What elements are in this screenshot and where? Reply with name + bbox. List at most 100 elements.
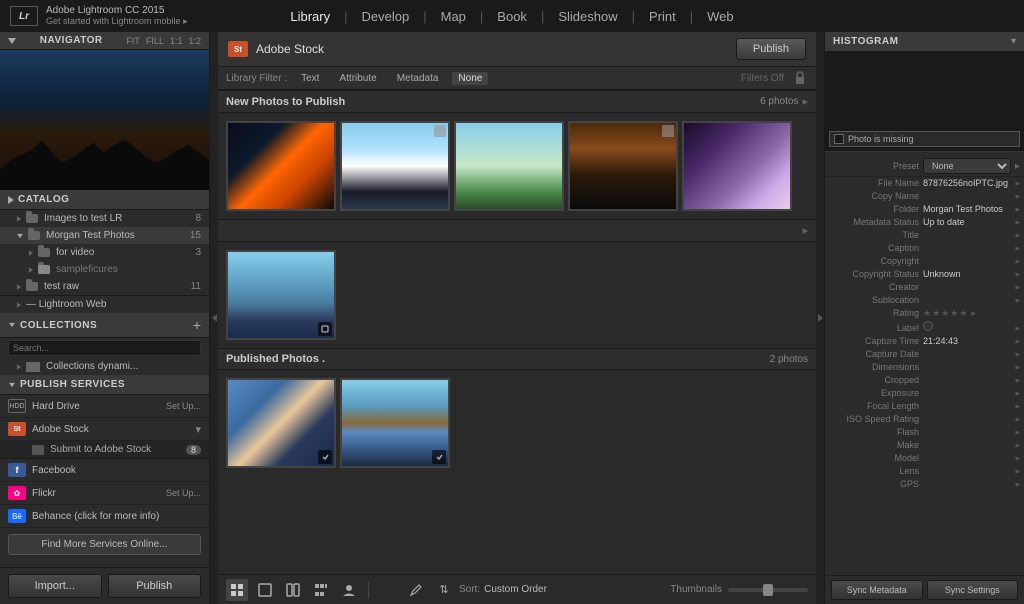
photo-windmills[interactable] — [454, 121, 564, 211]
service-flickr[interactable]: ✿ Flickr Set Up... — [0, 482, 209, 505]
iso-options[interactable]: ▸ — [1015, 414, 1020, 425]
nav-print[interactable]: Print — [637, 5, 688, 28]
star-2[interactable]: ★ — [932, 308, 940, 319]
service-behance[interactable]: Bē Behance (click for more info) — [0, 505, 209, 528]
collections-header[interactable]: Collections + — [0, 313, 209, 338]
service-adobe-stock[interactable]: St Adobe Stock ▾ — [0, 418, 209, 441]
navigator-header[interactable]: Navigator FIT FILL 1:1 1:2 — [0, 32, 209, 50]
photo-skier[interactable] — [340, 121, 450, 211]
copyname-options[interactable]: ▸ — [1015, 191, 1020, 202]
catalog-item-video[interactable]: for video 3 — [0, 244, 209, 261]
catalog-item-testraw[interactable]: test raw 11 — [0, 278, 209, 295]
missing-checkbox[interactable] — [834, 134, 844, 144]
hard-drive-setup[interactable]: Set Up... — [166, 401, 201, 411]
collections-search-input[interactable] — [8, 340, 201, 356]
loupe-view-btn[interactable] — [254, 579, 276, 601]
left-panel-handle[interactable] — [210, 32, 218, 604]
histogram-toggle[interactable]: ▾ — [1011, 36, 1016, 47]
dimensions-options[interactable]: ▸ — [1015, 362, 1020, 373]
compare-view-btn[interactable] — [282, 579, 304, 601]
preset-select[interactable]: None — [923, 158, 1011, 174]
collections-add-btn[interactable]: + — [193, 317, 201, 333]
nav-book[interactable]: Book — [485, 5, 539, 28]
sort-order-btn[interactable]: ⇅ — [433, 579, 455, 601]
caption-options[interactable]: ▸ — [1015, 243, 1020, 254]
photo-pumpkin[interactable] — [226, 121, 336, 211]
star-3[interactable]: ★ — [941, 308, 949, 319]
nav-fit-btn[interactable]: FIT — [126, 36, 140, 46]
find-more-services-btn[interactable]: Find More Services Online... — [8, 534, 201, 555]
star-1[interactable]: ★ — [923, 308, 931, 319]
histogram-header[interactable]: Histogram ▾ — [825, 32, 1024, 52]
service-submit-stock[interactable]: Submit to Adobe Stock 8 — [0, 441, 209, 459]
star-4[interactable]: ★ — [950, 308, 958, 319]
service-facebook[interactable]: f Facebook — [0, 459, 209, 482]
capture-time-options[interactable]: ▸ — [1015, 336, 1020, 347]
thumbnail-slider[interactable] — [728, 588, 808, 592]
people-view-btn[interactable] — [338, 579, 360, 601]
import-button[interactable]: Import... — [8, 574, 102, 598]
rating-options[interactable]: ▸ — [971, 308, 976, 319]
nav-map[interactable]: Map — [429, 5, 478, 28]
exposure-options[interactable]: ▸ — [1015, 388, 1020, 399]
grid-view-btn[interactable] — [226, 579, 248, 601]
model-options[interactable]: ▸ — [1015, 453, 1020, 464]
catalog-header[interactable]: Catalog — [0, 190, 209, 210]
sublocation-options[interactable]: ▸ — [1015, 295, 1020, 306]
folder-options[interactable]: ▸ — [1015, 204, 1020, 215]
label-options[interactable]: ▸ — [1015, 323, 1020, 334]
photo-team[interactable] — [226, 250, 336, 340]
nav-web[interactable]: Web — [695, 5, 746, 28]
filter-text-btn[interactable]: Text — [295, 72, 325, 85]
nav-library[interactable]: Library — [278, 5, 342, 28]
thumbnail-slider-handle[interactable] — [763, 584, 773, 596]
filter-none-btn[interactable]: None — [452, 72, 488, 85]
sort-value[interactable]: Custom Order — [484, 584, 547, 595]
cropped-options[interactable]: ▸ — [1015, 375, 1020, 386]
filter-attribute-btn[interactable]: Attribute — [333, 72, 382, 85]
preset-options-btn[interactable]: ▸ — [1015, 161, 1020, 172]
publish-button[interactable]: Publish — [108, 574, 202, 598]
photo-woman[interactable] — [226, 378, 336, 468]
creator-options[interactable]: ▸ — [1015, 282, 1020, 293]
filename-options[interactable]: ▸ — [1015, 178, 1020, 189]
center-scroll-area[interactable]: New Photos to Publish 6 photos ▸ — [218, 90, 816, 574]
spray-btn[interactable] — [377, 579, 399, 601]
photo-bubble[interactable] — [682, 121, 792, 211]
rating-stars[interactable]: ★ ★ ★ ★ ★ — [923, 308, 967, 319]
right-panel-handle[interactable] — [816, 32, 824, 604]
sync-metadata-btn[interactable]: Sync Metadata — [831, 580, 923, 600]
filter-lock-btn[interactable] — [792, 70, 808, 86]
photo-silhouettes[interactable] — [568, 121, 678, 211]
capture-date-options[interactable]: ▸ — [1015, 349, 1020, 360]
edit-btn[interactable] — [405, 579, 427, 601]
survey-view-btn[interactable] — [310, 579, 332, 601]
photo-mountain-lake[interactable] — [340, 378, 450, 468]
make-options[interactable]: ▸ — [1015, 440, 1020, 451]
focal-length-options[interactable]: ▸ — [1015, 401, 1020, 412]
service-hard-drive[interactable]: HDD Hard Drive Set Up... — [0, 395, 209, 418]
star-5[interactable]: ★ — [959, 308, 967, 319]
metadata-status-options[interactable]: ▸ — [1015, 217, 1020, 228]
catalog-item-sample[interactable]: sampleficures — [0, 261, 209, 278]
flickr-setup[interactable]: Set Up... — [166, 488, 201, 498]
lightroom-web-item[interactable]: — Lightroom Web — [0, 295, 209, 313]
collections-item-dynamic[interactable]: Collections dynami... — [0, 358, 209, 375]
gps-options[interactable]: ▸ — [1015, 479, 1020, 490]
nav-fill-btn[interactable]: FILL — [146, 36, 164, 46]
sync-settings-btn[interactable]: Sync Settings — [927, 580, 1019, 600]
nav-slideshow[interactable]: Slideshow — [546, 5, 629, 28]
title-options[interactable]: ▸ — [1015, 230, 1020, 241]
lens-options[interactable]: ▸ — [1015, 466, 1020, 477]
label-color-dot[interactable] — [923, 321, 933, 331]
nav-1-1-btn[interactable]: 1:1 — [170, 36, 183, 46]
catalog-item-images[interactable]: Images to test LR 8 — [0, 210, 209, 227]
flash-options[interactable]: ▸ — [1015, 427, 1020, 438]
filter-metadata-btn[interactable]: Metadata — [391, 72, 445, 85]
publish-services-header[interactable]: Publish Services — [0, 375, 209, 395]
publish-top-button[interactable]: Publish — [736, 38, 806, 60]
nav-1-2-btn[interactable]: 1:2 — [188, 36, 201, 46]
copyright-status-options[interactable]: ▸ — [1015, 269, 1020, 280]
copyright-options[interactable]: ▸ — [1015, 256, 1020, 267]
catalog-item-morgan[interactable]: Morgan Test Photos 15 — [0, 227, 209, 244]
